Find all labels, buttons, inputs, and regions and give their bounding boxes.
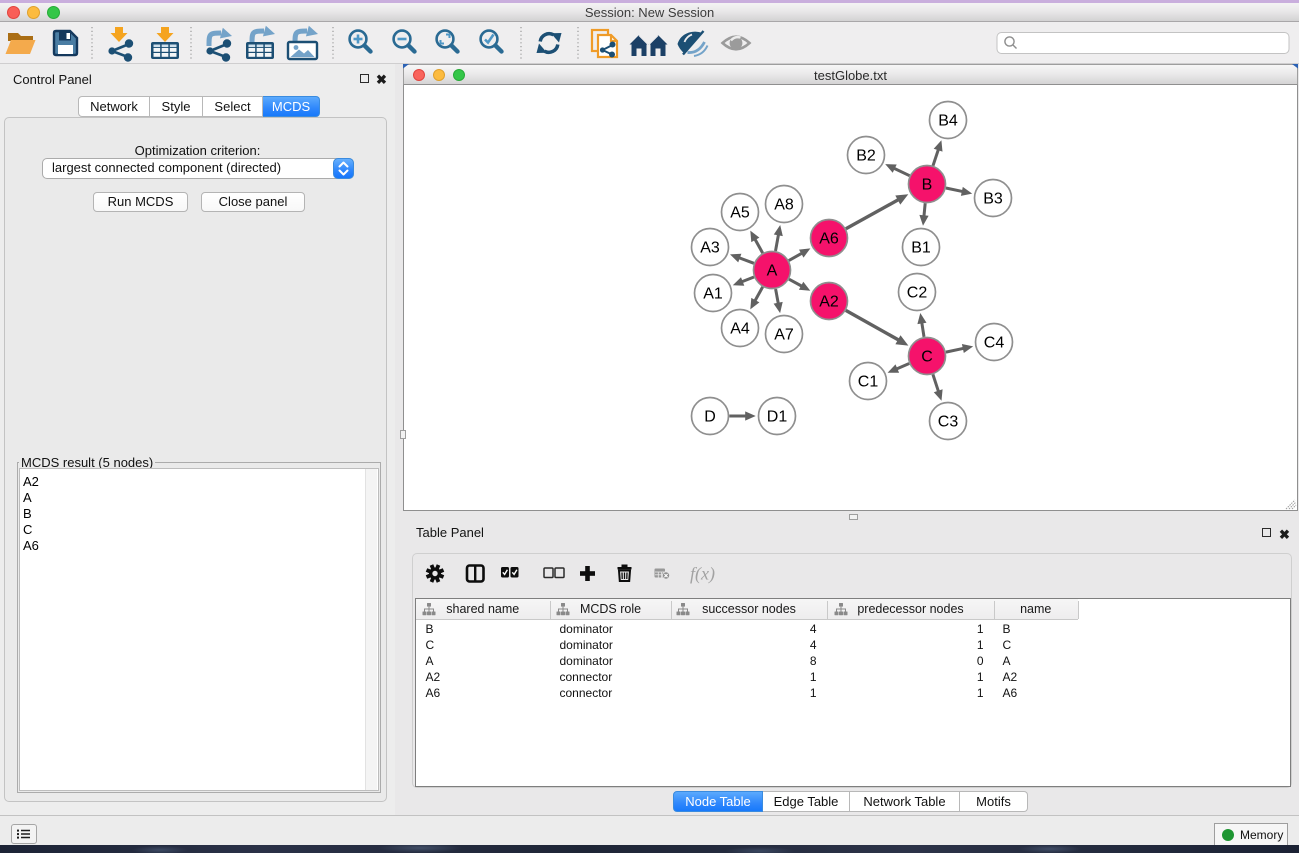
svg-text:A7: A7 (774, 327, 794, 344)
svg-text:A6: A6 (819, 231, 839, 248)
svg-text:D1: D1 (767, 409, 788, 426)
svg-text:C3: C3 (938, 414, 959, 431)
svg-text:C2: C2 (907, 285, 928, 302)
svg-text:B: B (922, 177, 933, 194)
svg-text:B1: B1 (911, 240, 931, 257)
svg-text:A1: A1 (703, 286, 723, 303)
svg-text:D: D (704, 409, 716, 426)
svg-text:A4: A4 (730, 321, 750, 338)
svg-text:B2: B2 (856, 148, 876, 165)
svg-text:f(x): f(x) (690, 564, 715, 585)
svg-text:B4: B4 (938, 113, 958, 130)
svg-text:A: A (767, 263, 778, 280)
svg-text:C: C (921, 349, 933, 366)
svg-text:A3: A3 (700, 240, 720, 257)
svg-text:C4: C4 (984, 335, 1005, 352)
svg-text:B3: B3 (983, 191, 1003, 208)
svg-text:A5: A5 (730, 205, 750, 222)
svg-text:C1: C1 (858, 374, 879, 391)
svg-text:A2: A2 (819, 294, 839, 311)
svg-text:A8: A8 (774, 197, 794, 214)
